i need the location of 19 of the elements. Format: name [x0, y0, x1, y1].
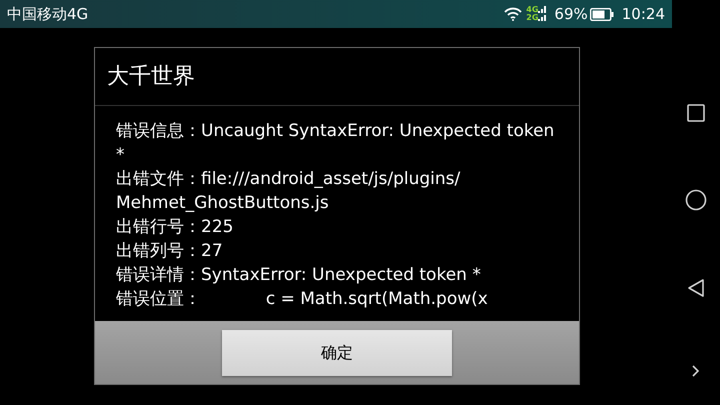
- clock-time: 10:24: [622, 4, 665, 25]
- error-detail: 错误详情：SyntaxError: Unexpected token *: [116, 264, 482, 287]
- back-icon[interactable]: [686, 278, 706, 298]
- error-detail: 出错文件：file:///android_asset/js/plugins/ Mehmet_GhostButtons.js: [116, 168, 462, 215]
- home-icon[interactable]: [685, 189, 707, 211]
- carrier-name: 中国移动4G: [7, 4, 88, 25]
- battery-percent: 69%: [554, 4, 588, 25]
- dialog-title: 大千世界: [95, 48, 579, 106]
- wifi-icon: [504, 7, 522, 21]
- confirm-button[interactable]: 确定: [222, 330, 452, 376]
- error-detail: 出错行号：225: [116, 216, 234, 239]
- error-detail: 出错列号：27: [116, 240, 224, 263]
- network-label: 4G: [526, 6, 538, 14]
- signal-icon: [538, 6, 548, 22]
- error-detail: 错误位置： c = Math.sqrt(Math.pow(x: [116, 288, 489, 311]
- battery-icon: [590, 8, 614, 20]
- chevron-right-icon[interactable]: [692, 365, 700, 377]
- network-label: 2G: [526, 14, 538, 22]
- recent-apps-icon[interactable]: [687, 104, 705, 122]
